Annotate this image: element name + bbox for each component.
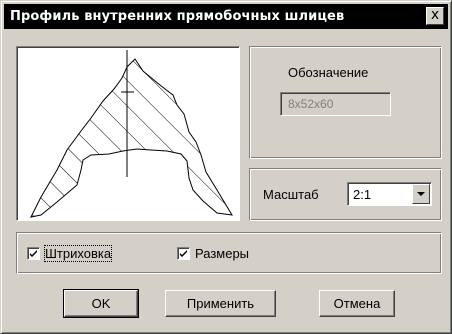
close-icon: x <box>430 7 440 23</box>
hatched-section <box>30 58 233 218</box>
scale-group: Масштаб 2:1 <box>249 168 442 221</box>
dimensions-label: Размеры <box>195 246 250 261</box>
chevron-down-icon[interactable] <box>412 184 430 204</box>
hatching-check-box[interactable] <box>27 247 40 260</box>
spline-profile-drawing <box>30 50 233 218</box>
close-button[interactable]: x <box>426 7 444 25</box>
ok-button[interactable]: OK <box>63 289 139 318</box>
check-icon <box>30 250 37 257</box>
dialog-title: Профиль внутренних прямобочных шлицев <box>10 9 345 24</box>
dimensions-check-box[interactable] <box>177 247 190 260</box>
cancel-button[interactable]: Отмена <box>319 290 395 317</box>
scale-label: Масштаб <box>263 187 319 202</box>
designation-label: Обозначение <box>288 65 369 80</box>
scale-value: 2:1 <box>353 187 372 202</box>
hatching-checkbox[interactable]: Штриховка <box>27 245 113 262</box>
hatching-label: Штриховка <box>43 245 113 262</box>
dimensions-checkbox[interactable]: Размеры <box>177 246 249 261</box>
dialog-window: Профиль внутренних прямобочных шлицев x … <box>0 0 452 334</box>
title-bar[interactable]: Профиль внутренних прямобочных шлицев x <box>4 4 448 29</box>
scale-select[interactable]: 2:1 <box>347 182 432 206</box>
check-icon <box>180 250 187 257</box>
apply-button[interactable]: Применить <box>165 290 276 317</box>
designation-field[interactable] <box>280 92 391 116</box>
designation-group: Обозначение <box>249 46 442 159</box>
spline-profile-preview <box>16 46 240 221</box>
options-group: Штриховка Размеры <box>16 232 442 274</box>
